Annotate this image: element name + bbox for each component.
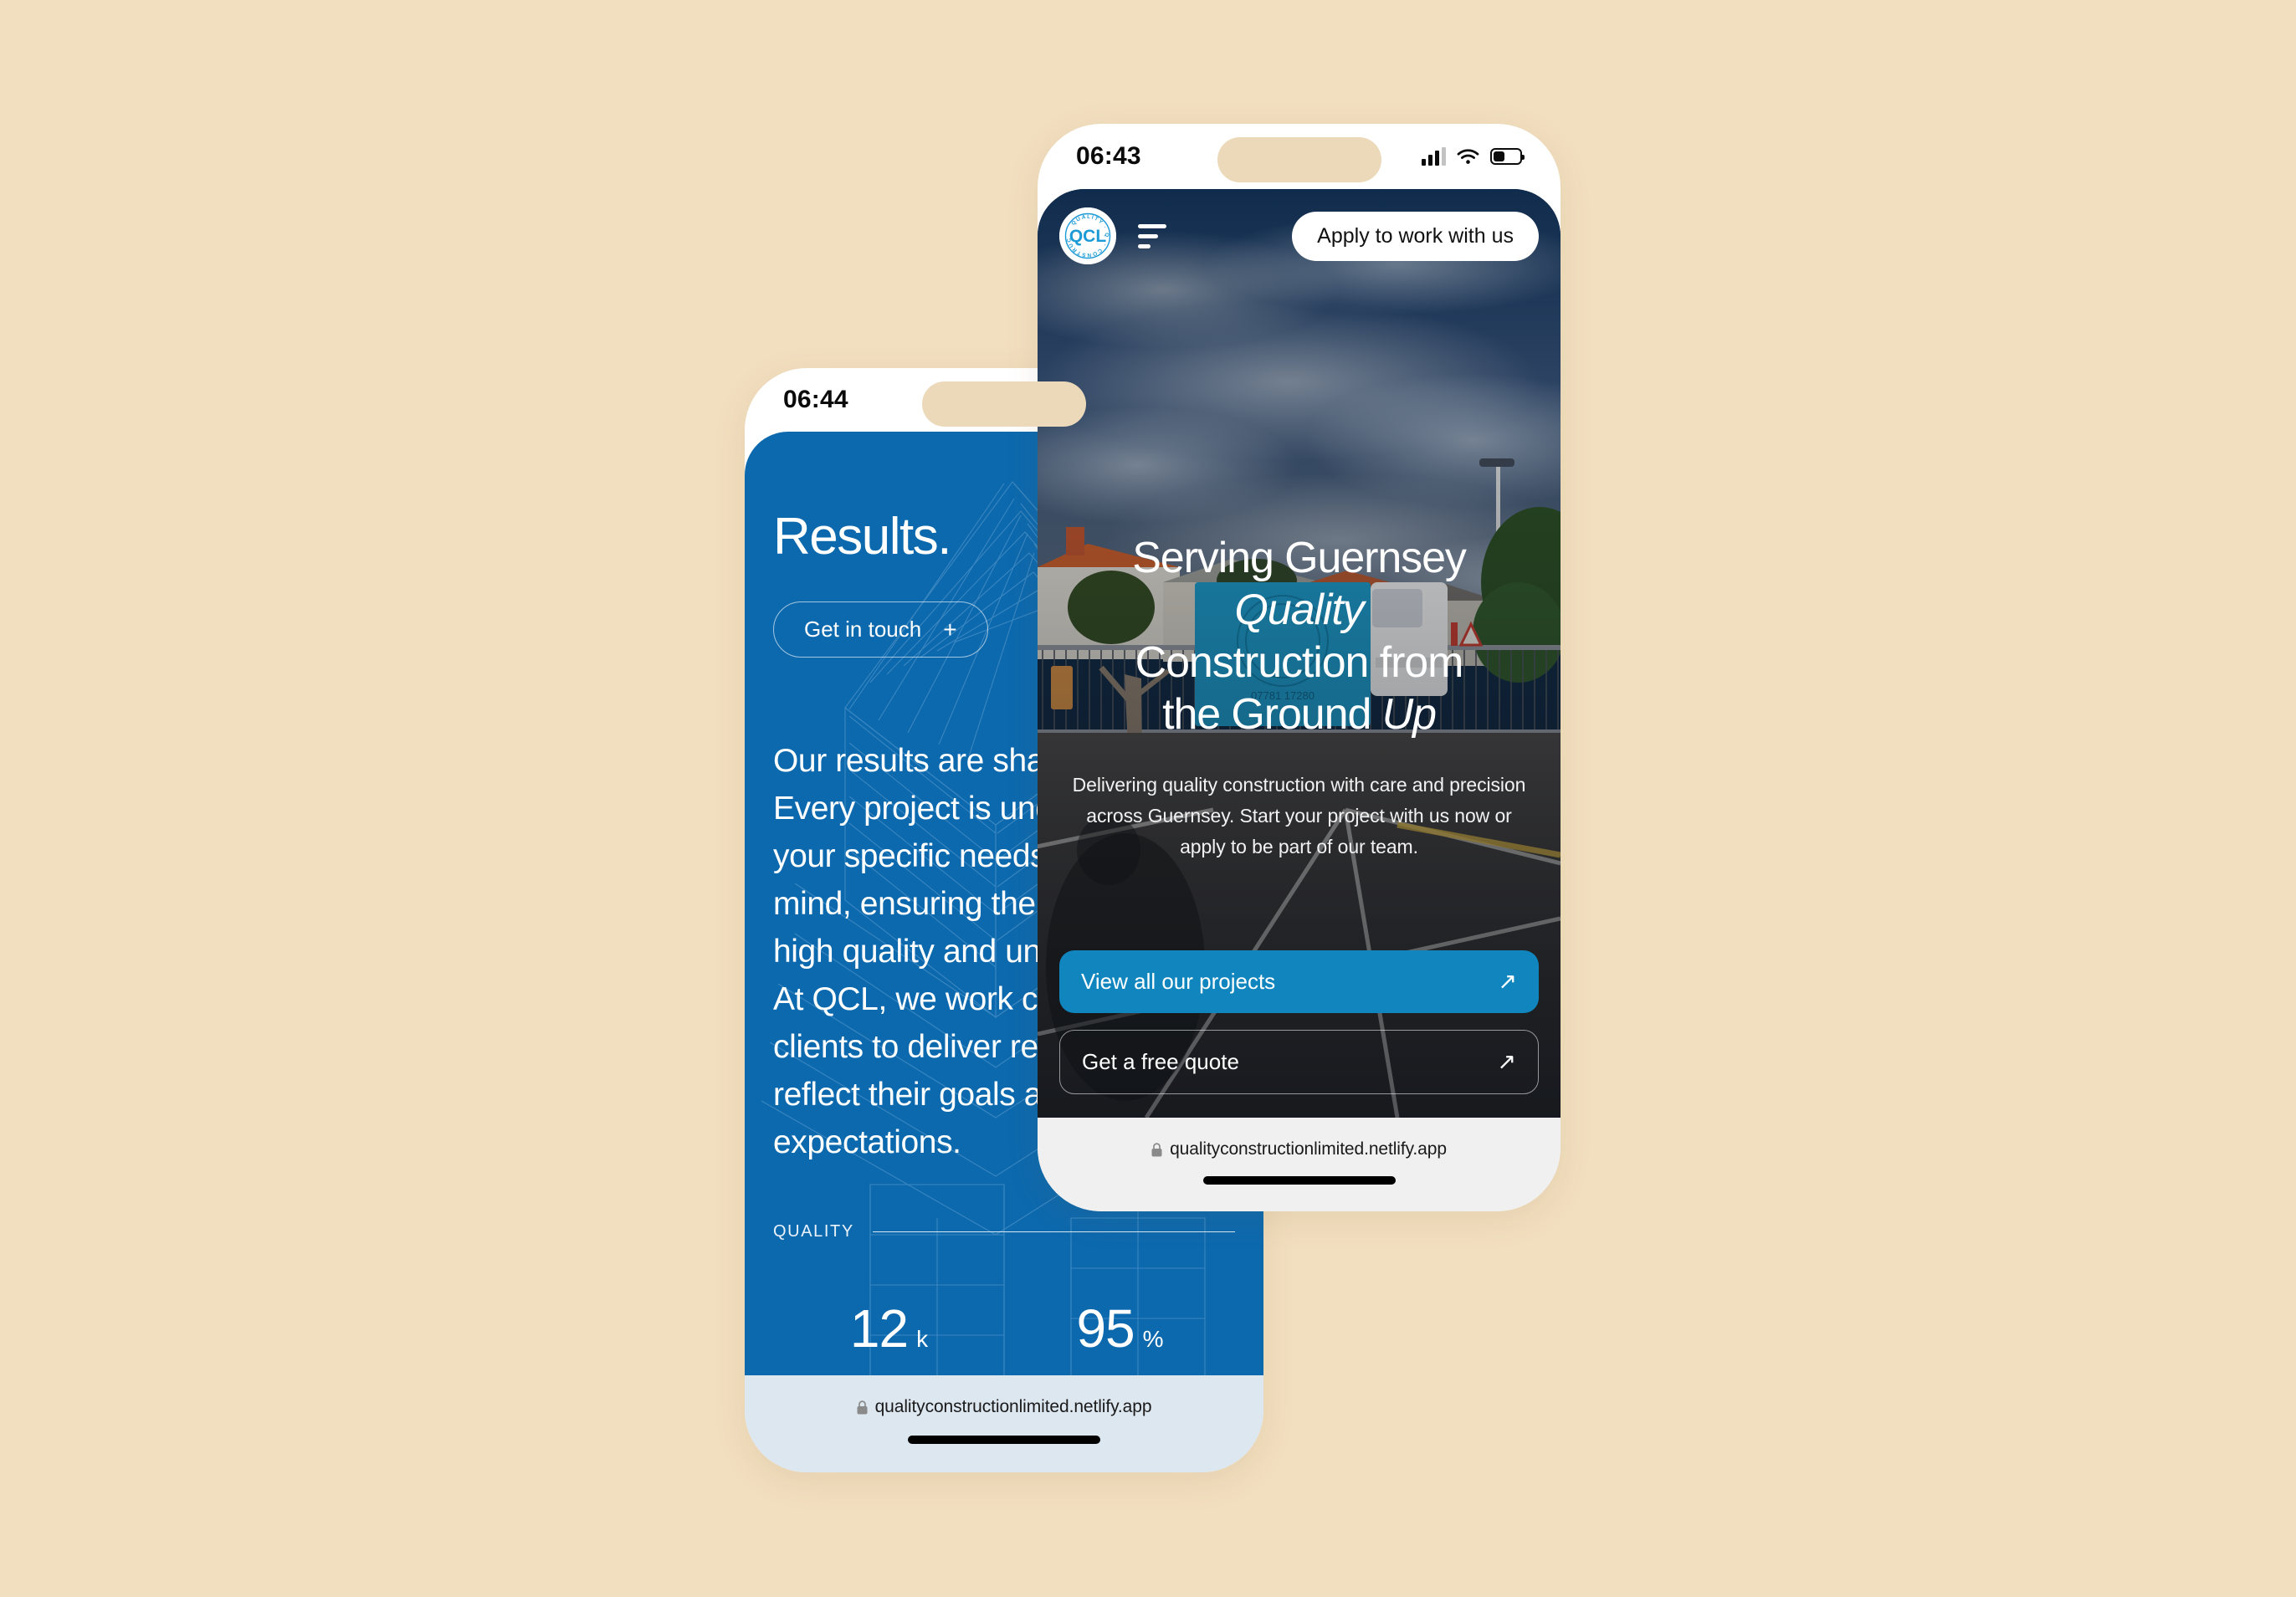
view-projects-label: View all our projects (1081, 969, 1276, 994)
hero-title-line: Construction from (1135, 637, 1464, 687)
lock-icon (857, 1400, 868, 1415)
stat-value: 95 (1076, 1298, 1135, 1359)
stat-item: 12 k Project complete. (773, 1298, 1004, 1375)
hero-title-line: Serving Guernsey (1132, 534, 1467, 582)
browser-viewport-front: 07781 17280 (1038, 189, 1561, 1118)
qcl-logo[interactable]: QUALITY · QCL LTD · CONSTRUCTION · QCL (1057, 203, 1116, 264)
battery-icon (1490, 148, 1525, 165)
quality-divider: QUALITY (773, 1222, 1235, 1241)
hero-content: Serving Guernsey Quality Construction fr… (1063, 532, 1535, 862)
hero-title-emphasis: Up (1381, 690, 1437, 740)
stat-value-group: 12 k (849, 1298, 928, 1359)
stat-item: 95 % Customer satisfaction rating. (1004, 1298, 1235, 1375)
hero-cta-group: View all our projects ↗ Get a free quote… (1059, 950, 1539, 1094)
dynamic-island (1217, 137, 1381, 182)
view-projects-button[interactable]: View all our projects ↗ (1059, 950, 1539, 1013)
browser-url-bar-back[interactable]: qualityconstructionlimited.netlify.app (745, 1375, 1263, 1472)
top-navigation: QUALITY · QCL LTD · CONSTRUCTION · QCL A… (1057, 203, 1539, 264)
arrow-up-right-icon: ↗ (1497, 1049, 1516, 1074)
stat-unit: % (1142, 1326, 1164, 1352)
home-indicator[interactable] (1202, 1176, 1396, 1185)
get-in-touch-button[interactable]: Get in touch + (773, 601, 988, 658)
section-label: QUALITY (773, 1222, 854, 1241)
url-row[interactable]: qualityconstructionlimited.netlify.app (1151, 1139, 1447, 1159)
dynamic-island (922, 381, 1086, 427)
plus-icon: + (943, 616, 957, 642)
get-free-quote-button[interactable]: Get a free quote ↗ (1059, 1030, 1539, 1094)
apply-to-work-button[interactable]: Apply to work with us (1292, 211, 1539, 261)
svg-text:QCL: QCL (1069, 227, 1107, 246)
hero-subtitle: Delivering quality construction with car… (1072, 773, 1526, 858)
stat-value: 12 (849, 1298, 909, 1359)
status-bar-front: 06:43 (1038, 124, 1561, 189)
hero-title: Serving Guernsey Quality Construction fr… (1063, 532, 1535, 741)
url-text: qualityconstructionlimited.netlify.app (1170, 1139, 1447, 1159)
phone-mockup-front: 06:43 QUALITY · Q · CONSTRUC QCL Apply t… (1038, 124, 1561, 1211)
arrow-up-right-icon: ↗ (1498, 969, 1517, 994)
get-in-touch-label: Get in touch (804, 617, 922, 642)
url-text: qualityconstructionlimited.netlify.app (874, 1397, 1152, 1416)
stat-unit: k (916, 1326, 928, 1352)
wifi-icon (1457, 148, 1479, 165)
cellular-signal-icon (1422, 147, 1446, 166)
stats-row: 12 k Project complete. 95 % Customer sat… (773, 1298, 1235, 1375)
hero-title-emphasis: Quality (1234, 586, 1364, 635)
divider-rule (872, 1231, 1235, 1233)
status-time: 06:43 (1076, 142, 1141, 170)
get-free-quote-label: Get a free quote (1082, 1049, 1239, 1074)
home-indicator[interactable] (908, 1436, 1100, 1444)
status-time: 06:44 (783, 386, 848, 413)
url-row[interactable]: qualityconstructionlimited.netlify.app (857, 1397, 1152, 1417)
hero-title-line: the Ground (1162, 690, 1382, 740)
lock-icon (1151, 1142, 1162, 1157)
browser-url-bar-front[interactable]: qualityconstructionlimited.netlify.app (1038, 1118, 1561, 1211)
stat-value-group: 95 % (1076, 1298, 1164, 1359)
hamburger-menu-icon[interactable] (1138, 223, 1166, 248)
status-bar-back: 06:44 (745, 368, 1263, 432)
status-indicators (1422, 147, 1525, 166)
mockup-stage: 06:44 Results. Get in touch + Our result… (0, 0, 2296, 1597)
